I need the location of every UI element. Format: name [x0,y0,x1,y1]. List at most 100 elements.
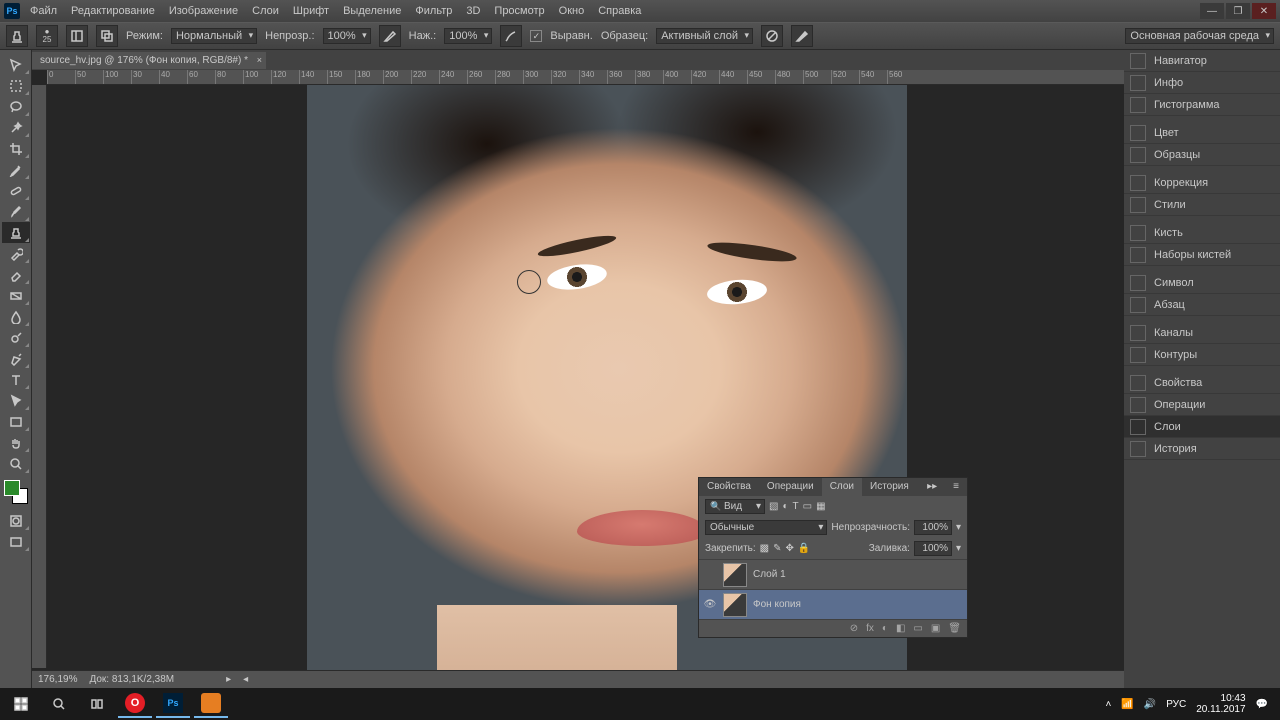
crop-tool[interactable] [2,138,30,159]
opera-button[interactable]: O [118,690,152,718]
panel-menu-icon[interactable]: ≡ [945,478,967,496]
panel-item[interactable]: Стили [1124,194,1280,216]
tray-clock[interactable]: 10:43 20.11.2017 [1196,693,1245,715]
layer-kind-select[interactable]: 🔍 Вид [705,499,765,514]
brush-tool[interactable] [2,201,30,222]
menu-filter[interactable]: Фильтр [415,5,452,17]
panel-item[interactable]: Символ [1124,272,1280,294]
gradient-tool[interactable] [2,285,30,306]
aligned-checkbox[interactable]: ✓ [530,30,542,42]
panel-item[interactable]: Кисть [1124,222,1280,244]
panel-item[interactable]: Цвет [1124,122,1280,144]
panel-item[interactable]: Контуры [1124,344,1280,366]
tab-close-icon[interactable]: × [257,55,262,65]
tab-actions[interactable]: Операции [759,478,822,496]
layer-name[interactable]: Фон копия [753,599,801,610]
panel-item[interactable]: История [1124,438,1280,460]
lock-paint-icon[interactable]: ✎ [773,543,781,554]
close-button[interactable]: ✕ [1252,3,1276,19]
panel-item[interactable]: Слои [1124,416,1280,438]
taskview-button[interactable] [80,690,114,718]
ignore-adj-toggle[interactable] [761,25,783,47]
search-button[interactable] [42,690,76,718]
clone-source-toggle[interactable] [96,25,118,47]
pressure-opacity-toggle[interactable] [379,25,401,47]
link-layers-icon[interactable]: ⊘ [850,623,858,634]
menu-edit[interactable]: Редактирование [71,5,155,17]
move-tool[interactable] [2,54,30,75]
workspace-select[interactable]: Основная рабочая среда [1125,28,1274,44]
visibility-toggle[interactable]: 👁 [703,599,717,610]
group-icon[interactable]: ▭ [913,623,922,634]
panel-item[interactable]: Абзац [1124,294,1280,316]
menu-view[interactable]: Просмотр [494,5,544,17]
start-button[interactable] [4,690,38,718]
layer-name[interactable]: Слой 1 [753,569,786,580]
menu-3d[interactable]: 3D [466,5,480,17]
eyedropper-tool[interactable] [2,159,30,180]
tab-history[interactable]: История [862,478,917,496]
doc-size[interactable]: Док: 813,1K/2,38M [89,674,174,685]
brush-panel-toggle[interactable] [66,25,88,47]
mask-icon[interactable]: ◐ [882,623,888,634]
panel-item[interactable]: Инфо [1124,72,1280,94]
layer-row[interactable]: 👁 Фон копия [699,589,967,619]
tray-lang[interactable]: РУС [1166,699,1186,710]
menu-file[interactable]: Файл [30,5,57,17]
tray-chevron-icon[interactable]: ˄ [1105,699,1111,710]
type-tool[interactable] [2,369,30,390]
pressure-size-toggle[interactable] [791,25,813,47]
fg-color[interactable] [4,480,20,496]
tray-volume-icon[interactable]: 🔊 [1144,699,1156,710]
trash-icon[interactable]: 🗑 [948,623,961,634]
tab-layers[interactable]: Слои [822,478,862,496]
tray-network-icon[interactable]: 📶 [1121,699,1133,710]
path-select-tool[interactable] [2,390,30,411]
zoom-level[interactable]: 176,19% [38,674,77,685]
panel-item[interactable]: Операции [1124,394,1280,416]
blur-tool[interactable] [2,306,30,327]
history-brush-tool[interactable] [2,243,30,264]
filter-pixel-icon[interactable]: ▧ [769,501,778,512]
filter-smart-icon[interactable]: ▦ [816,501,825,512]
eraser-tool[interactable] [2,264,30,285]
panel-collapse-icon[interactable]: ▸▸ [919,478,945,496]
filter-shape-icon[interactable]: ▭ [803,501,812,512]
quickmask-toggle[interactable] [2,510,30,531]
blend-mode-layer-select[interactable]: Обычные [705,520,827,535]
panel-item[interactable]: Навигатор [1124,50,1280,72]
pen-tool[interactable] [2,348,30,369]
airbrush-toggle[interactable] [500,25,522,47]
panel-item[interactable]: Наборы кистей [1124,244,1280,266]
ruler-vertical[interactable] [32,85,47,668]
dodge-tool[interactable] [2,327,30,348]
opacity-layer-input[interactable]: 100% [914,520,952,535]
minimize-button[interactable]: — [1200,3,1224,19]
new-layer-icon[interactable]: ▣ [931,623,940,634]
zoom-tool[interactable] [2,453,30,474]
filter-adjust-icon[interactable]: ◐ [782,501,788,512]
shape-tool[interactable] [2,411,30,432]
hand-tool[interactable] [2,432,30,453]
adjustment-icon[interactable]: ◧ [896,623,905,634]
screenmode-toggle[interactable] [2,531,30,552]
fill-input[interactable]: 100% [914,541,952,556]
current-tool-icon[interactable] [6,25,28,47]
play-icon[interactable]: ▸ [226,674,231,685]
lasso-tool[interactable] [2,96,30,117]
menu-layer[interactable]: Слои [252,5,279,17]
panel-item[interactable]: Свойства [1124,372,1280,394]
layer-row[interactable]: Слой 1 [699,559,967,589]
maximize-button[interactable]: ❐ [1226,3,1250,19]
tray-notifications-icon[interactable]: 💬 [1256,699,1268,710]
fx-icon[interactable]: fx [866,623,874,634]
menu-image[interactable]: Изображение [169,5,238,17]
fill-slider-icon[interactable]: ▾ [956,543,961,554]
menu-select[interactable]: Выделение [343,5,401,17]
panel-item[interactable]: Коррекция [1124,172,1280,194]
blend-mode-select[interactable]: Нормальный [171,28,257,44]
document-tab[interactable]: source_hv.jpg @ 176% (Фон копия, RGB/8#)… [32,52,266,69]
recorder-button[interactable] [194,690,228,718]
menu-window[interactable]: Окно [559,5,585,17]
menu-help[interactable]: Справка [598,5,641,17]
